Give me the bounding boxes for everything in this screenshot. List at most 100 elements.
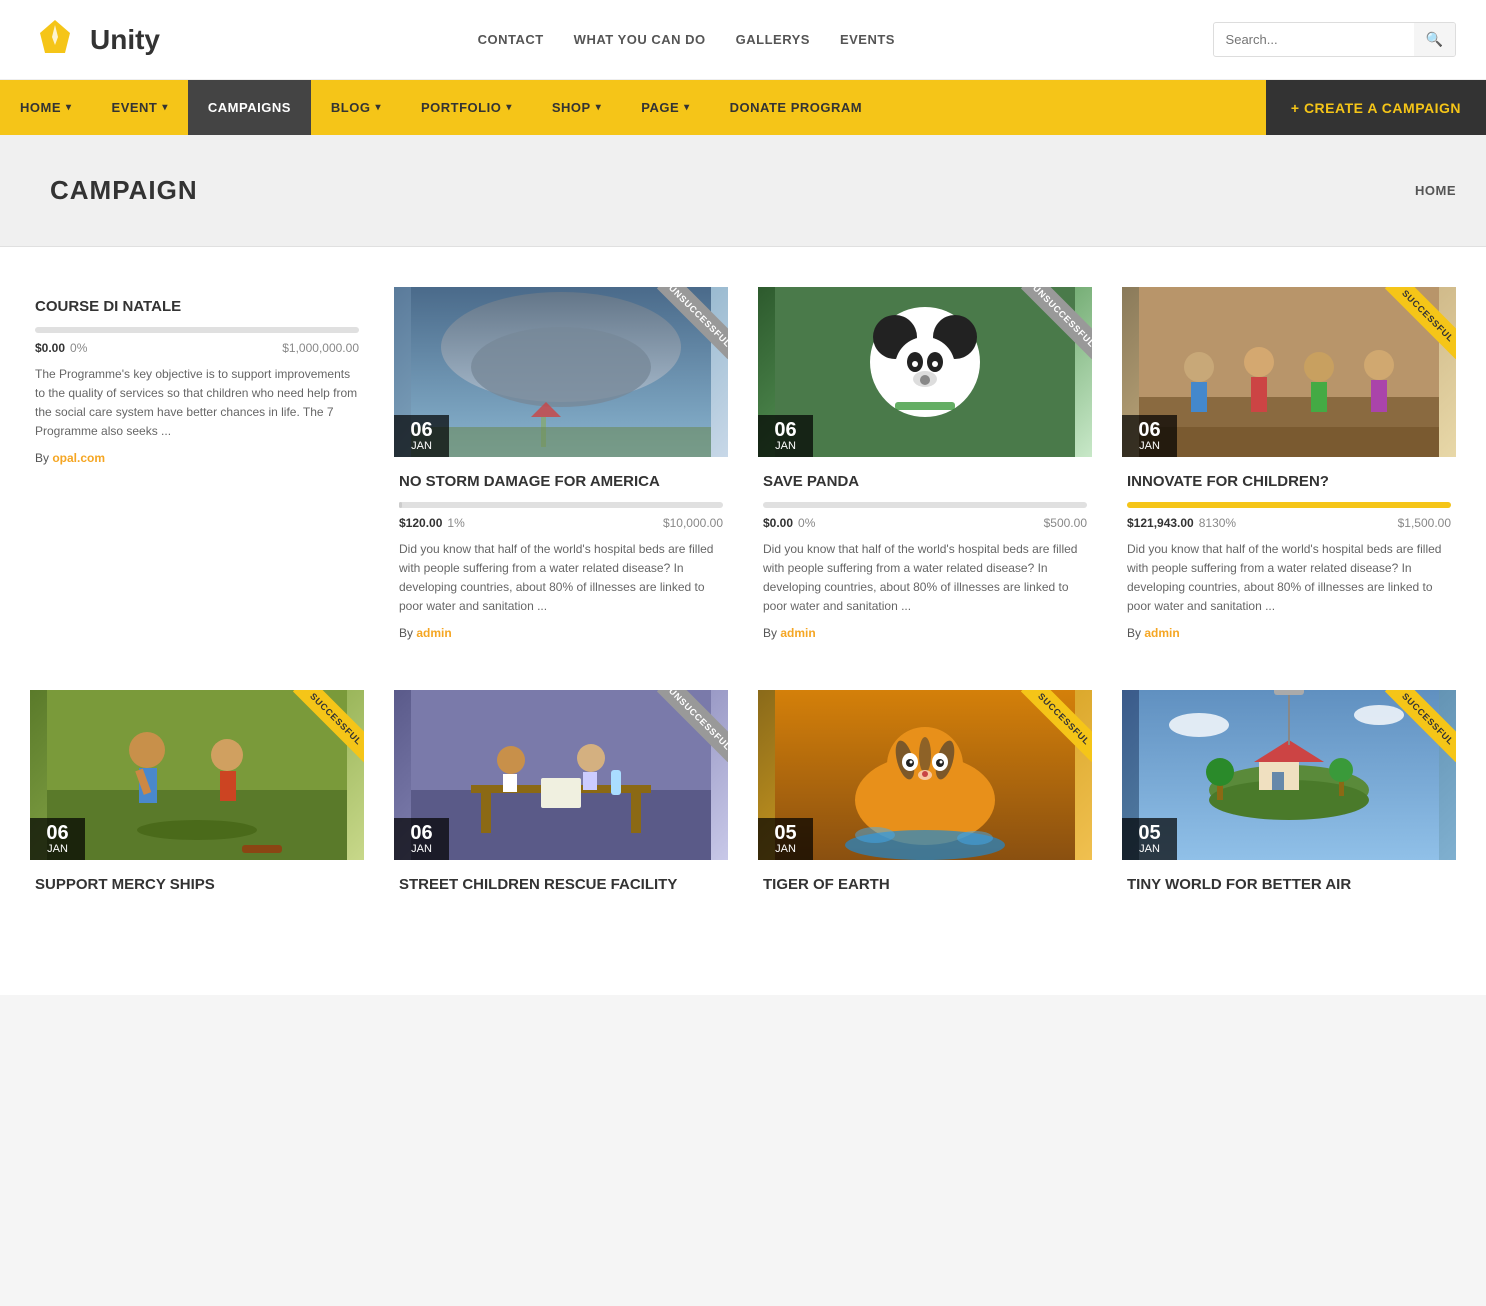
- card-stats: $0.00 0% $1,000,000.00: [35, 341, 359, 355]
- breadcrumb-home[interactable]: HOME: [1415, 183, 1456, 198]
- raised-amount: $121,943.00: [1127, 516, 1194, 530]
- progress-bar: [399, 502, 723, 508]
- date-month: Jan: [770, 440, 801, 452]
- campaign-card-tiny-world: SUCCESSFUL 05 Jan TINY WORLD FOR BETTER …: [1122, 690, 1456, 915]
- card-date: 06 Jan: [394, 818, 449, 860]
- goal-amount: $1,500.00: [1398, 516, 1451, 530]
- card-title: INNOVATE FOR CHILDREN?: [1127, 472, 1451, 492]
- progress-fill: [399, 502, 402, 508]
- card-description: Did you know that half of the world's ho…: [1127, 540, 1451, 617]
- date-day: 05: [1134, 823, 1165, 843]
- card-body: SAVE PANDA $0.00 0% $500.00 Did you know…: [758, 457, 1092, 650]
- top-nav-events[interactable]: EVENTS: [840, 32, 895, 47]
- campaign-card-save-panda: UNSUCCESSFUL 06 Jan SAVE PANDA $0.00 0% …: [758, 287, 1092, 650]
- percent-raised: 0%: [798, 516, 815, 530]
- card-image[interactable]: UNSUCCESSFUL 06 Jan: [394, 287, 728, 457]
- author-link[interactable]: admin: [416, 626, 451, 640]
- nav-event[interactable]: EVENT ▾: [92, 80, 188, 135]
- ribbon-wrap: UNSUCCESSFUL: [648, 690, 728, 770]
- nav-portfolio[interactable]: PORTFOLIO ▾: [401, 80, 532, 135]
- ribbon-wrap: UNSUCCESSFUL: [1012, 287, 1092, 367]
- search-input[interactable]: [1214, 24, 1414, 55]
- campaign-card-mercy-ships: SUCCESSFUL 06 Jan SUPPORT MERCY SHIPS: [30, 690, 364, 915]
- card-title: COURSE DI NATALE: [35, 297, 359, 317]
- top-nav-gallerys[interactable]: GALLERYS: [736, 32, 810, 47]
- date-day: 06: [770, 420, 801, 440]
- card-body: TINY WORLD FOR BETTER AIR: [1122, 860, 1456, 915]
- progress-bar: [1127, 502, 1451, 508]
- card-image[interactable]: SUCCESSFUL 05 Jan: [758, 690, 1092, 860]
- date-month: Jan: [1134, 843, 1165, 855]
- card-author: By admin: [1127, 626, 1451, 640]
- status-badge: UNSUCCESSFUL: [657, 287, 728, 359]
- chevron-down-icon: ▾: [506, 102, 512, 113]
- campaign-card-tiger: SUCCESSFUL 05 Jan TIGER OF EARTH: [758, 690, 1092, 915]
- card-image[interactable]: UNSUCCESSFUL 06 Jan: [758, 287, 1092, 457]
- card-stats: $120.00 1% $10,000.00: [399, 516, 723, 530]
- card-image[interactable]: SUCCESSFUL 06 Jan: [1122, 287, 1456, 457]
- status-badge: UNSUCCESSFUL: [657, 690, 728, 762]
- logo-icon: [30, 15, 80, 65]
- chevron-down-icon: ▾: [66, 102, 72, 113]
- search-button[interactable]: 🔍: [1414, 23, 1455, 56]
- card-image[interactable]: SUCCESSFUL 06 Jan: [30, 690, 364, 860]
- card-date: 06 Jan: [758, 415, 813, 457]
- card-author: By admin: [399, 626, 723, 640]
- date-day: 06: [42, 823, 73, 843]
- campaign-card-street-children: UNSUCCESSFUL 06 Jan STREET CHILDREN RESC…: [394, 690, 728, 915]
- card-title: NO STORM DAMAGE FOR AMERICA: [399, 472, 723, 492]
- create-campaign-button[interactable]: + CREATE A CAMPAIGN: [1266, 80, 1486, 135]
- top-bar: Unity CONTACT WHAT YOU CAN DO GALLERYS E…: [0, 0, 1486, 80]
- raised-amount: $0.00: [35, 341, 65, 355]
- status-badge: SUCCESSFUL: [1385, 287, 1456, 359]
- chevron-down-icon: ▾: [596, 102, 602, 113]
- main-nav: HOME ▾ EVENT ▾ CAMPAIGNS BLOG ▾ PORTFOLI…: [0, 80, 1486, 135]
- card-date: 06 Jan: [1122, 415, 1177, 457]
- card-date: 05 Jan: [1122, 818, 1177, 860]
- card-stats: $121,943.00 8130% $1,500.00: [1127, 516, 1451, 530]
- page-title: CAMPAIGN: [50, 175, 198, 206]
- progress-bar: [763, 502, 1087, 508]
- card-body: TIGER OF EARTH: [758, 860, 1092, 915]
- card-body: COURSE DI NATALE $0.00 0% $1,000,000.00 …: [30, 287, 364, 475]
- ribbon-wrap: SUCCESSFUL: [284, 690, 364, 770]
- nav-shop[interactable]: SHOP ▾: [532, 80, 621, 135]
- card-stats: $0.00 0% $500.00: [763, 516, 1087, 530]
- top-nav-contact[interactable]: CONTACT: [478, 32, 544, 47]
- card-image[interactable]: UNSUCCESSFUL 06 Jan: [394, 690, 728, 860]
- card-body: STREET CHILDREN RESCUE FACILITY: [394, 860, 728, 915]
- search-area: 🔍: [1213, 22, 1456, 57]
- nav-home[interactable]: HOME ▾: [0, 80, 92, 135]
- progress-fill: [1127, 502, 1451, 508]
- top-nav: CONTACT WHAT YOU CAN DO GALLERYS EVENTS: [478, 32, 895, 47]
- card-description: Did you know that half of the world's ho…: [763, 540, 1087, 617]
- author-link[interactable]: admin: [780, 626, 815, 640]
- goal-amount: $10,000.00: [663, 516, 723, 530]
- card-author: By admin: [763, 626, 1087, 640]
- nav-campaigns[interactable]: CAMPAIGNS: [188, 80, 311, 135]
- nav-blog[interactable]: BLOG ▾: [311, 80, 401, 135]
- card-image[interactable]: SUCCESSFUL 05 Jan: [1122, 690, 1456, 860]
- chevron-down-icon: ▾: [684, 102, 690, 113]
- card-author: By opal.com: [35, 451, 359, 465]
- nav-page[interactable]: PAGE ▾: [621, 80, 709, 135]
- date-month: Jan: [406, 843, 437, 855]
- top-nav-what[interactable]: WHAT YOU CAN DO: [574, 32, 706, 47]
- content-area: COURSE DI NATALE $0.00 0% $1,000,000.00 …: [0, 247, 1486, 995]
- nav-donate[interactable]: DONATE PROGRAM: [710, 80, 882, 135]
- percent-raised: 0%: [70, 341, 87, 355]
- author-link[interactable]: opal.com: [52, 451, 105, 465]
- goal-amount: $1,000,000.00: [282, 341, 359, 355]
- status-badge: SUCCESSFUL: [293, 690, 364, 762]
- author-link[interactable]: admin: [1144, 626, 1179, 640]
- ribbon-wrap: UNSUCCESSFUL: [648, 287, 728, 367]
- card-date: 06 Jan: [30, 818, 85, 860]
- status-badge: SUCCESSFUL: [1021, 690, 1092, 762]
- percent-raised: 8130%: [1199, 516, 1236, 530]
- campaign-card-no-storm: UNSUCCESSFUL 06 Jan NO STORM DAMAGE FOR …: [394, 287, 728, 650]
- card-title: TINY WORLD FOR BETTER AIR: [1127, 875, 1451, 895]
- campaigns-row-2: SUCCESSFUL 06 Jan SUPPORT MERCY SHIPS: [30, 690, 1456, 915]
- date-month: Jan: [406, 440, 437, 452]
- date-day: 06: [406, 823, 437, 843]
- card-body: SUPPORT MERCY SHIPS: [30, 860, 364, 915]
